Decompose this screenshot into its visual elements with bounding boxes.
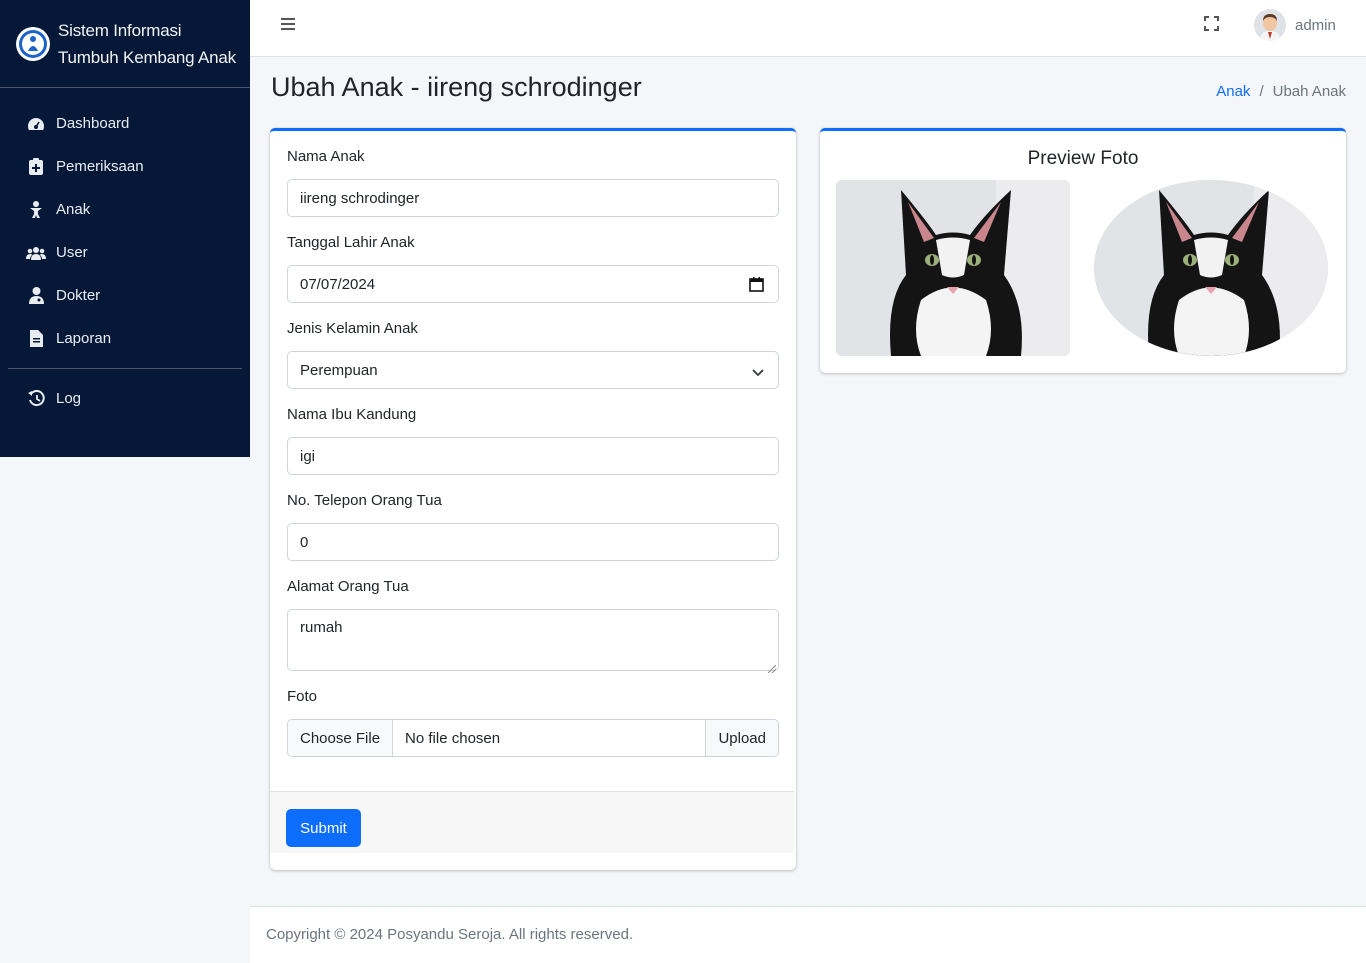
brand-title-line2: Tumbuh Kembang Anak [58, 47, 236, 67]
sidebar: Sistem Informasi Tumbuh Kembang Anak Das… [0, 0, 250, 457]
page-title: Ubah Anak - iireng schrodinger [271, 72, 642, 102]
nama-anak-value: iireng schrodinger [300, 189, 420, 207]
sidebar-item-dokter[interactable]: Dokter [0, 274, 250, 317]
doctor-icon [26, 287, 46, 305]
sidebar-item-dashboard[interactable]: Dashboard [0, 102, 250, 145]
file-icon [26, 330, 46, 348]
sidebar-item-label: Anak [56, 201, 91, 218]
sidebar-item-log[interactable]: Log [0, 377, 250, 420]
nama-ibu-label: Nama Ibu Kandung [287, 406, 417, 423]
sidebar-item-label: Dokter [56, 287, 101, 304]
telepon-input[interactable]: 0 [287, 523, 779, 561]
calendar-icon[interactable] [749, 277, 764, 292]
photo-preview-card: Preview Foto [820, 128, 1346, 373]
sidebar-item-pemeriksaan[interactable]: Pemeriksaan [0, 145, 250, 188]
tanggal-lahir-label: Tanggal Lahir Anak [287, 234, 415, 251]
alamat-value: rumah [300, 619, 343, 636]
tanggal-lahir-value: 07/07/2024 [300, 275, 376, 293]
users-icon [26, 244, 46, 262]
breadcrumb-link-anak[interactable]: Anak [1216, 83, 1250, 100]
preview-title: Preview Foto [1027, 148, 1139, 169]
nama-anak-input[interactable]: iireng schrodinger [287, 179, 779, 217]
sidebar-item-label: Log [56, 390, 82, 407]
breadcrumb: Anak / Ubah Anak [1216, 83, 1346, 100]
nama-ibu-input[interactable]: igi [287, 437, 779, 475]
submit-button[interactable]: Submit [286, 809, 361, 847]
nama-ibu-value: igi [300, 447, 316, 465]
sidebar-item-label: Pemeriksaan [56, 158, 144, 175]
chevron-down-icon [752, 365, 764, 377]
brand[interactable]: Sistem Informasi Tumbuh Kembang Anak [0, 0, 250, 88]
history-icon [26, 390, 46, 408]
child-icon [26, 201, 46, 219]
preview-photo-oval [1094, 180, 1328, 356]
tanggal-lahir-input[interactable]: 07/07/2024 [287, 265, 779, 303]
brand-title-line1: Sistem Informasi [58, 20, 182, 40]
page-footer: Copyright © 2024 Posyandu Seroja. All ri… [250, 906, 1366, 963]
tachometer-icon [26, 115, 46, 133]
sidebar-item-label: Dashboard [56, 115, 130, 132]
brand-logo-icon [16, 26, 50, 61]
sidebar-divider [8, 368, 242, 369]
sidebar-item-label: User [56, 244, 88, 261]
alamat-label: Alamat Orang Tua [287, 578, 409, 595]
foto-file-input: Choose File No file chosen Upload [287, 719, 779, 757]
form-card-footer: Submit [270, 791, 794, 853]
jenis-kelamin-select[interactable]: Perempuan [287, 351, 779, 389]
sidebar-item-laporan[interactable]: Laporan [0, 317, 250, 360]
sidebar-item-anak[interactable]: Anak [0, 188, 250, 231]
sidebar-item-label: Laporan [56, 330, 112, 347]
telepon-value: 0 [300, 533, 309, 551]
file-name-display: No file chosen [405, 729, 501, 747]
jenis-kelamin-label: Jenis Kelamin Anak [287, 320, 418, 337]
clipboard-icon [26, 158, 46, 176]
avatar [1254, 9, 1286, 41]
menu-toggle-icon[interactable] [280, 16, 296, 32]
jenis-kelamin-value: Perempuan [300, 361, 378, 379]
breadcrumb-current: Ubah Anak [1272, 83, 1346, 100]
preview-photo-rounded [836, 180, 1070, 356]
fullscreen-icon[interactable] [1204, 16, 1219, 31]
username: admin [1295, 16, 1336, 34]
alamat-textarea[interactable]: rumah [287, 609, 779, 674]
upload-button[interactable]: Upload [705, 720, 778, 756]
nama-anak-label: Nama Anak [287, 148, 365, 165]
copyright-text: Copyright © 2024 Posyandu Seroja. All ri… [266, 926, 634, 943]
edit-child-form-card: Nama Anak iireng schrodinger Tanggal Lah… [270, 128, 796, 870]
foto-label: Foto [287, 688, 318, 705]
user-menu[interactable]: admin [1254, 9, 1336, 41]
resize-handle-icon[interactable] [767, 660, 777, 674]
telepon-label: No. Telepon Orang Tua [287, 492, 442, 509]
sidebar-item-user[interactable]: User [0, 231, 250, 274]
choose-file-button[interactable]: Choose File [288, 720, 394, 756]
breadcrumb-separator: / [1259, 83, 1264, 100]
top-navbar: admin [250, 0, 1366, 57]
sidebar-nav: Dashboard Pemeriksaan Anak User Dokter L… [0, 88, 250, 420]
